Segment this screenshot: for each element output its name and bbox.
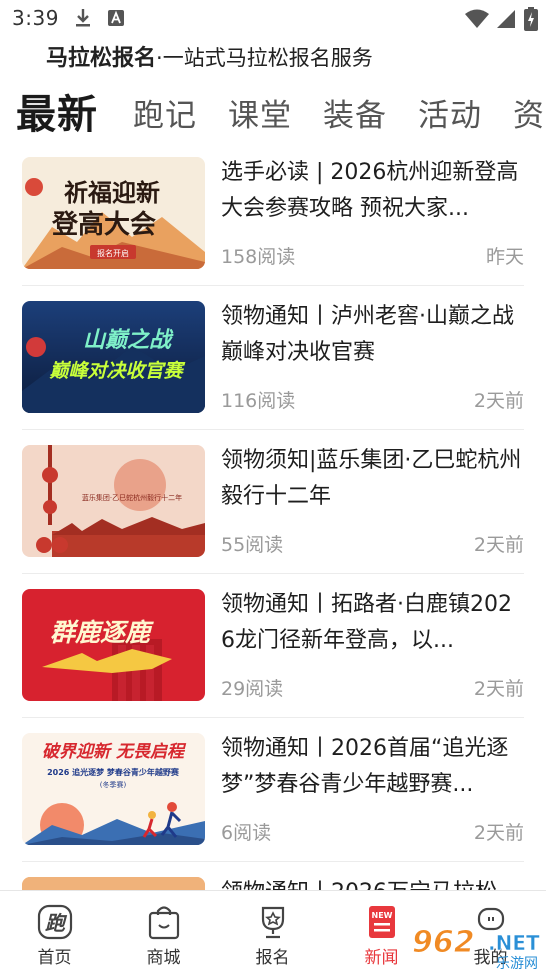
news-read-count: 29阅读 <box>221 678 284 700</box>
nav-home[interactable]: 跑 首页 <box>0 891 109 972</box>
news-read-count: 55阅读 <box>221 534 284 556</box>
news-thumbnail: 蓝乐集团·乙巳蛇杭州毅行十二年 <box>22 445 205 557</box>
nav-shop[interactable]: 商城 <box>109 891 218 972</box>
tab-events[interactable]: 活动 <box>418 90 482 135</box>
tab-info[interactable]: 资 <box>513 90 545 135</box>
watermark-domain: .NET <box>488 931 540 955</box>
news-title: 领物通知丨2026首届“追光逐梦”梦春谷青少年越野赛... <box>221 736 509 797</box>
nav-register[interactable]: 报名 <box>218 891 327 972</box>
thumb-text: 2026 追光逐梦 梦春谷青少年越野赛 <box>47 767 180 777</box>
battery-charging-icon <box>524 7 538 35</box>
news-thumbnail <box>22 877 205 890</box>
shopping-bag-icon <box>145 903 183 941</box>
thumb-text: 山巅之战 <box>83 327 174 353</box>
news-thumbnail: 祈福迎新 登高大会 报名开启 <box>22 157 205 269</box>
status-time: 3:39 <box>12 6 59 30</box>
news-time: 2天前 <box>473 678 524 700</box>
thumb-text: 报名开启 <box>97 248 129 258</box>
news-time: 2天前 <box>473 534 524 556</box>
watermark-sub: 乐游网 <box>496 956 538 972</box>
news-thumbnail: 山巅之战 巅峰对决收官赛 <box>22 301 205 413</box>
thumb-text: 破界迎新 无畏启程 <box>42 742 187 762</box>
wifi-icon <box>464 9 490 33</box>
news-title: 领物通知丨泸州老窖·山巅之战巅峰对决收官赛 <box>221 304 514 365</box>
thumb-text: 蓝乐集团·乙巳蛇杭州毅行十二年 <box>82 493 182 502</box>
news-read-count: 158阅读 <box>221 246 296 268</box>
thumb-text: 祈福迎新 <box>64 178 160 207</box>
accessibility-a-icon <box>108 10 124 30</box>
news-item[interactable]: 蓝乐集团·乙巳蛇杭州毅行十二年 领物须知|蓝乐集团·乙巳蛇杭州毅行十二年 55阅… <box>22 430 524 574</box>
nav-label: 首页 <box>37 948 72 968</box>
category-tabs: 最新 跑记 课堂 装备 活动 资 <box>0 78 546 138</box>
news-icon: NEW <box>363 903 401 941</box>
news-title: 选手必读 | 2026杭州迎新登高大会参赛攻略 预祝大家... <box>221 160 519 221</box>
news-item[interactable]: 群鹿逐鹿 领物通知丨拓路者·白鹿镇2026龙门径新年登高，以... 29阅读 2… <box>22 574 524 718</box>
app-tagline: ·一站式马拉松报名服务 <box>156 46 373 70</box>
thumb-text: 群鹿逐鹿 <box>50 618 154 647</box>
thumb-text: 登高大会 <box>51 209 156 240</box>
news-thumbnail: 破界迎新 无畏启程 2026 追光逐梦 梦春谷青少年越野赛 (冬季赛) <box>22 733 205 845</box>
news-time: 2天前 <box>473 822 524 844</box>
news-item[interactable]: 破界迎新 无畏启程 2026 追光逐梦 梦春谷青少年越野赛 (冬季赛) 领物通知… <box>22 718 524 862</box>
news-read-count: 6阅读 <box>221 822 272 844</box>
thumb-text: (冬季赛) <box>100 780 127 789</box>
trophy-icon <box>254 903 292 941</box>
news-item[interactable]: 祈福迎新 登高大会 报名开启 选手必读 | 2026杭州迎新登高大会参赛攻略 预… <box>22 142 524 286</box>
app-brand: 马拉松报名 <box>46 46 157 71</box>
nav-label: 报名 <box>255 948 290 968</box>
news-title: 领物通知丨拓路者·白鹿镇2026龙门径新年登高，以... <box>221 592 512 653</box>
status-bar: 3:39 <box>0 0 546 36</box>
nav-label: 商城 <box>146 948 181 968</box>
news-title: 领物通知丨2026万宁马拉松 <box>221 875 524 890</box>
thumb-text: 巅峰对决收官赛 <box>49 360 185 382</box>
news-title: 领物须知|蓝乐集团·乙巳蛇杭州毅行十二年 <box>221 448 522 509</box>
news-list: 祈福迎新 登高大会 报名开启 选手必读 | 2026杭州迎新登高大会参赛攻略 预… <box>0 142 546 890</box>
home-icon: 跑 <box>36 903 74 941</box>
news-time: 昨天 <box>485 246 524 268</box>
watermark-number: 962 <box>412 925 475 960</box>
svg-text:NEW: NEW <box>372 911 393 920</box>
news-thumbnail: 群鹿逐鹿 <box>22 589 205 701</box>
tab-equipment[interactable]: 装备 <box>323 90 387 135</box>
download-icon <box>74 8 92 32</box>
news-item[interactable]: 领物通知丨2026万宁马拉松 <box>22 862 524 890</box>
tab-latest[interactable]: 最新 <box>16 82 98 138</box>
news-time: 2天前 <box>473 390 524 412</box>
news-item[interactable]: 山巅之战 巅峰对决收官赛 领物通知丨泸州老窖·山巅之战巅峰对决收官赛 116阅读… <box>22 286 524 430</box>
signal-icon <box>496 9 516 33</box>
news-read-count: 116阅读 <box>221 390 296 412</box>
tab-run-notes[interactable]: 跑记 <box>133 90 197 135</box>
app-title: 马拉松报名·一站式马拉松报名服务 <box>46 40 373 72</box>
site-watermark: 962 .NET 乐游网 <box>410 920 546 972</box>
svg-text:跑: 跑 <box>45 911 68 935</box>
tab-classroom[interactable]: 课堂 <box>228 90 292 135</box>
